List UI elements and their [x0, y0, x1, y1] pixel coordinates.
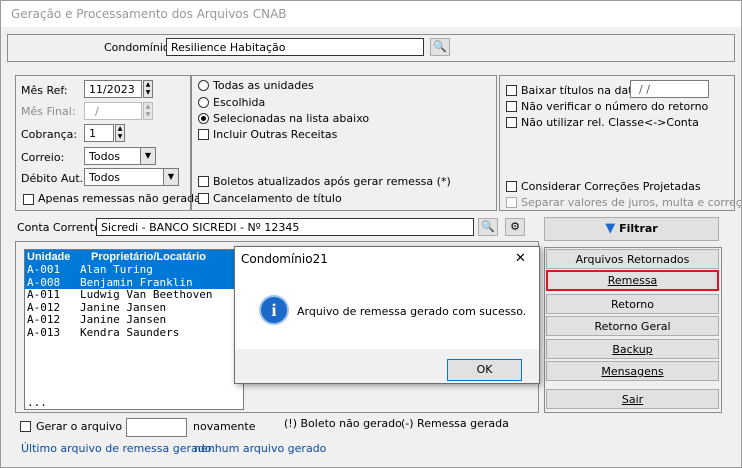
mes-final-label: Mês Final: — [21, 105, 76, 118]
ultimo-arquivo-value: nenhum arquivo gerado — [194, 442, 327, 455]
nao-verificar-label: Não verificar o número do retorno — [521, 100, 709, 113]
nao-utilizar-label: Não utilizar rel. Classe<->Conta — [521, 116, 699, 129]
binoculars-icon[interactable]: 🔍 — [478, 218, 498, 236]
correio-dropdown-icon[interactable]: ▼ — [140, 147, 156, 165]
table-row[interactable]: A-013 Kendra Saunders — [25, 326, 243, 340]
cobranca-spinner[interactable]: ▲ ▼ — [115, 124, 125, 142]
considerar-label: Considerar Correções Projetadas — [521, 180, 701, 193]
mes-ref-spinner[interactable]: ▲ ▼ — [143, 80, 153, 98]
filtrar-label: Filtrar — [619, 222, 658, 235]
remessa-button[interactable]: Remessa — [546, 270, 719, 291]
incluir-checkbox[interactable] — [198, 129, 209, 140]
novamente-label: novamente — [193, 420, 256, 433]
cobranca-input[interactable]: 1 — [84, 124, 114, 142]
mensagens-button[interactable]: Mensagens — [546, 361, 719, 381]
correio-select[interactable]: Todos — [84, 147, 141, 165]
escolhida-radio[interactable] — [198, 97, 209, 108]
separar-label: Separar valores de juros, multa e correç… — [521, 196, 742, 209]
header-unidade[interactable]: Unidade — [27, 250, 91, 264]
boletos-atualizados-checkbox[interactable] — [198, 176, 209, 187]
mes-ref-input[interactable]: 11/2023 — [84, 80, 142, 98]
sair-button[interactable]: Sair — [546, 389, 719, 409]
considerar-checkbox[interactable] — [506, 181, 517, 192]
close-icon[interactable]: ✕ — [515, 251, 526, 266]
retorno-geral-button[interactable]: Retorno Geral — [546, 316, 719, 336]
info-icon: i — [259, 295, 289, 325]
gerar-arquivo-input[interactable] — [126, 418, 187, 437]
ultimo-arquivo-label: Último arquivo de remessa gerado: — [21, 442, 216, 455]
mes-ref-label: Mês Ref: — [21, 84, 68, 97]
backup-button[interactable]: Backup — [546, 339, 719, 359]
selecionadas-label: Selecionadas na lista abaixo — [213, 112, 370, 125]
dialog-message: Arquivo de remessa gerado com sucesso. — [297, 305, 527, 318]
mes-final-input[interactable]: / — [84, 102, 142, 120]
debito-dropdown-icon[interactable]: ▼ — [163, 168, 179, 186]
escolhida-label: Escolhida — [213, 96, 266, 109]
conta-corrente-label: Conta Corrente: — [17, 221, 105, 234]
message-dialog: Condomínio21 ✕ i Arquivo de remessa gera… — [234, 246, 540, 384]
filtrar-button[interactable]: ▼ Filtrar — [544, 217, 719, 241]
header-proprietario[interactable]: Proprietário/Locatário — [91, 251, 206, 263]
binoculars-icon[interactable]: 🔍 — [430, 38, 450, 56]
condominio-input[interactable]: Resilience Habitação — [166, 38, 424, 56]
gerar-arquivo-checkbox[interactable] — [20, 421, 31, 432]
retorno-button[interactable]: Retorno — [546, 294, 719, 314]
legend-remessa: (-) Remessa gerada — [401, 417, 509, 430]
separar-checkbox[interactable] — [506, 197, 517, 208]
apenas-remessas-label: Apenas remessas não geradas — [38, 192, 207, 205]
units-list[interactable]: Unidade Proprietário/Locatário A-001 Alan… — [24, 249, 244, 410]
todas-radio[interactable] — [198, 80, 209, 91]
boletos-atualizados-label: Boletos atualizados após gerar remessa (… — [213, 175, 451, 188]
apenas-remessas-checkbox[interactable] — [23, 194, 34, 205]
list-header-row: Unidade Proprietário/Locatário — [25, 250, 243, 264]
list-more: ... — [27, 396, 47, 409]
baixar-checkbox[interactable] — [506, 85, 517, 96]
legend-boleto: (!) Boleto não gerado — [284, 417, 402, 430]
gerar-arquivo-label: Gerar o arquivo — [36, 420, 123, 433]
cancelamento-label: Cancelamento de título — [213, 192, 342, 205]
nao-utilizar-checkbox[interactable] — [506, 117, 517, 128]
incluir-label: Incluir Outras Receitas — [213, 128, 338, 141]
baixar-label: Baixar títulos na data: — [521, 84, 643, 97]
dialog-title: Condomínio21 — [241, 252, 328, 266]
cobranca-label: Cobrança: — [21, 128, 78, 141]
conta-corrente-input[interactable]: Sicredi - BANCO SICREDI - Nº 12345 — [96, 218, 474, 236]
condominio-label: Condomínio: — [104, 41, 174, 54]
cancelamento-checkbox[interactable] — [198, 193, 209, 204]
selecionadas-radio[interactable] — [198, 113, 209, 124]
baixar-date-input[interactable]: / / — [630, 80, 709, 98]
arquivos-retornados-button[interactable]: Arquivos Retornados — [546, 249, 719, 269]
mes-final-spinner[interactable]: ▲ ▼ — [143, 102, 153, 120]
cnab-window: Geração e Processamento dos Arquivos CNA… — [0, 0, 742, 468]
nao-verificar-checkbox[interactable] — [506, 101, 517, 112]
debito-select[interactable]: Todos — [84, 168, 164, 186]
filter-icon: ▼ — [605, 221, 616, 236]
todas-label: Todas as unidades — [213, 79, 314, 92]
ok-button[interactable]: OK — [447, 359, 522, 381]
correio-label: Correio: — [21, 151, 65, 164]
settings-icon[interactable]: ⚙ — [505, 218, 525, 236]
window-title: Geração e Processamento dos Arquivos CNA… — [1, 1, 741, 27]
debito-label: Débito Aut.: — [21, 172, 87, 185]
